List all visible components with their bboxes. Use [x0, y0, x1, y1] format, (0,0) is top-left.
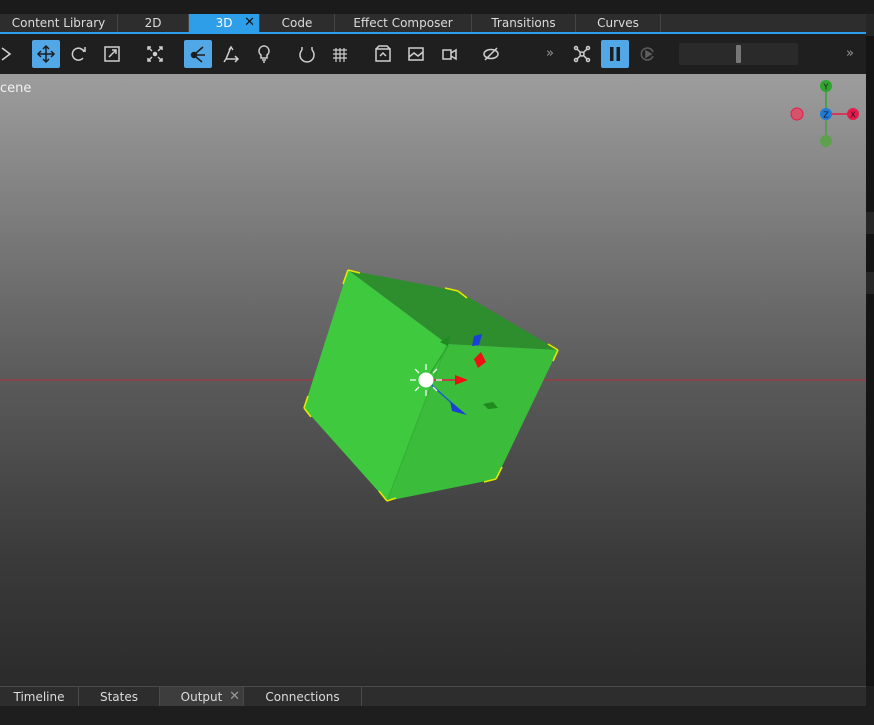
toolbar-overflow-chevron[interactable]: »	[546, 46, 554, 61]
tab-label: Code	[281, 16, 313, 30]
right-panel-edge	[866, 14, 874, 686]
tab-label: Transitions	[491, 16, 556, 30]
axis-neg-x-handle[interactable]	[790, 107, 804, 121]
workspace-tab-bar: Content Library 2D 3D ✕ Code Effect Compo…	[0, 14, 866, 32]
axis-z-label: Z	[823, 111, 829, 120]
tab-label: Output	[180, 690, 223, 704]
title-strip	[0, 0, 874, 14]
tab-label: Effect Composer	[353, 16, 453, 30]
visibility-toggle-icon[interactable]	[477, 40, 505, 68]
tab-output[interactable]: Output ✕	[160, 687, 244, 707]
camera-view-icon[interactable]	[369, 40, 397, 68]
axis-y-label: Y	[823, 83, 829, 92]
background-color-icon[interactable]	[402, 40, 430, 68]
tab-states[interactable]: States	[79, 687, 160, 707]
tab-label: Timeline	[13, 690, 65, 704]
tab-label: 2D	[144, 16, 162, 30]
snap-toggle-icon[interactable]	[293, 40, 321, 68]
slider-handle[interactable]	[736, 45, 741, 63]
fit-view-icon[interactable]	[141, 40, 169, 68]
output-panel-area	[0, 706, 874, 725]
tab-label: 3D	[215, 16, 233, 30]
tab-2d[interactable]: 2D	[118, 14, 189, 32]
panel-handle[interactable]	[866, 212, 874, 234]
scale-tool-icon[interactable]	[98, 40, 126, 68]
perspective-toggle-icon[interactable]	[217, 40, 245, 68]
close-icon[interactable]: ✕	[229, 687, 240, 707]
select-arrow-icon[interactable]	[0, 40, 18, 68]
scene-name-label: cene	[0, 81, 32, 96]
scene-canvas[interactable]: X Y Z	[0, 74, 866, 686]
tab-label: Curves	[597, 16, 639, 30]
tab-label: Content Library	[11, 16, 106, 30]
orientation-cube-helper[interactable]: X Y Z	[790, 80, 859, 147]
axis-x-label: X	[850, 111, 856, 120]
tab-transitions[interactable]: Transitions	[472, 14, 576, 32]
tab-label: Connections	[265, 690, 340, 704]
move-tool-icon[interactable]	[32, 40, 60, 68]
tab-timeline[interactable]: Timeline	[0, 687, 79, 707]
toolbar-overflow-chevron-right[interactable]: »	[846, 46, 854, 61]
axis-neg-y-handle[interactable]	[820, 135, 832, 147]
orientation-toggle-icon[interactable]	[184, 40, 212, 68]
tab-label: States	[99, 690, 138, 704]
tab-content-library[interactable]: Content Library	[0, 14, 118, 32]
light-bulb-icon[interactable]	[250, 40, 278, 68]
3d-toolbar: » »	[0, 34, 866, 74]
pause-animation-icon[interactable]	[601, 40, 629, 68]
animation-speed-slider[interactable]	[679, 43, 798, 65]
tab-curves[interactable]: Curves	[576, 14, 661, 32]
close-icon[interactable]: ✕	[244, 14, 255, 31]
camera-icon[interactable]	[435, 40, 463, 68]
bottom-tab-bar: Timeline States Output ✕ Connections	[0, 686, 866, 707]
tab-effect-composer[interactable]: Effect Composer	[335, 14, 472, 32]
3d-viewport[interactable]: X Y Z cene	[0, 74, 866, 686]
restart-animation-icon[interactable]	[634, 40, 662, 68]
tab-3d[interactable]: 3D ✕	[189, 14, 260, 32]
tab-connections[interactable]: Connections	[244, 687, 362, 707]
rotate-tool-icon[interactable]	[65, 40, 93, 68]
tab-code[interactable]: Code	[260, 14, 335, 32]
particle-editor-icon[interactable]	[568, 40, 596, 68]
grid-toggle-icon[interactable]	[326, 40, 354, 68]
panel-handle[interactable]	[866, 272, 874, 294]
gizmo-pivot-center[interactable]	[418, 372, 434, 388]
panel-handle[interactable]	[866, 14, 874, 36]
